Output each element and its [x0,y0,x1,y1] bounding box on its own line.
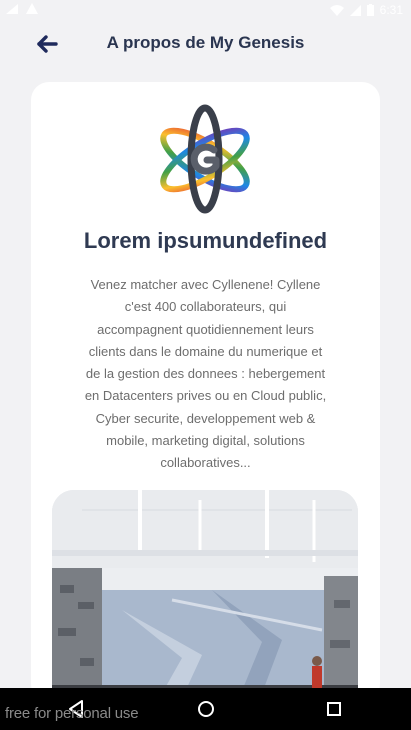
app-bar: A propos de My Genesis [0,22,411,66]
status-time: 6:31 [379,3,403,17]
square-recents-icon[interactable] [323,698,345,720]
card-description: Venez matcher avec Cyllenene! Cyllene c'… [84,277,327,471]
warning-icon [26,3,38,14]
office-photo-image [52,490,358,702]
status-bar: 6:31 [0,0,411,22]
genesis-logo-icon [160,104,250,214]
office-photo [52,490,358,702]
watermark-text: free for personal use [5,705,139,722]
signal-icon [6,3,18,14]
about-card: Lorem ipsumundefined Venez matcher avec … [31,82,380,702]
card-title: Lorem ipsumundefined [83,228,328,253]
wifi-icon [329,4,344,16]
battery-icon [366,4,374,16]
page-title: A propos de My Genesis [106,33,305,52]
cell-icon [349,4,361,16]
circle-home-icon[interactable] [195,698,217,720]
